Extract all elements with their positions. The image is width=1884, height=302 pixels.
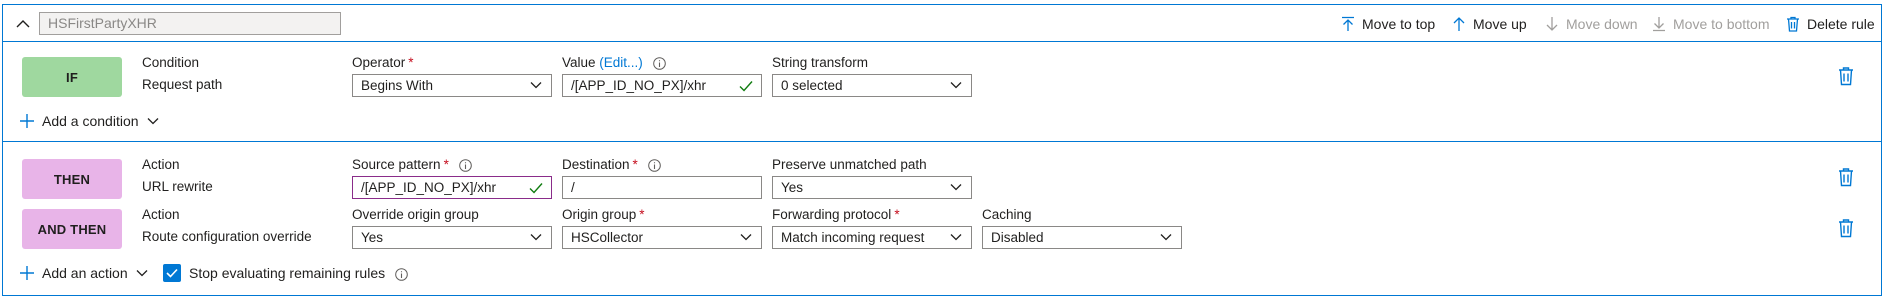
origin-group-dropdown[interactable]: HSCollector	[562, 226, 762, 249]
if-badge: IF	[22, 57, 122, 97]
and-then-action-label: Action	[142, 207, 180, 222]
chevron-down-icon	[136, 270, 148, 277]
section-divider	[2, 141, 1882, 142]
info-icon[interactable]	[652, 57, 666, 70]
condition-type-value: Request path	[142, 77, 223, 92]
override-origin-group-dropdown[interactable]: Yes	[352, 226, 552, 249]
chevron-down-icon	[950, 184, 962, 191]
and-then-badge: AND THEN	[22, 209, 122, 249]
value-edit-link[interactable]: (Edit...)	[599, 55, 643, 70]
stop-evaluating-label: Stop evaluating remaining rules	[189, 265, 408, 281]
info-icon[interactable]	[395, 267, 408, 281]
stop-evaluating-checkbox[interactable]	[163, 264, 181, 282]
value-label: Value (Edit...)	[562, 55, 666, 70]
and-then-action-value: Route configuration override	[142, 229, 312, 244]
add-condition-button[interactable]: Add a condition	[20, 113, 159, 129]
move-to-top-label: Move to top	[1362, 16, 1436, 32]
condition-type-label: Condition	[142, 55, 200, 70]
chevron-down-icon	[740, 234, 752, 241]
arrow-to-bottom-icon	[1653, 17, 1665, 32]
move-up-label: Move up	[1473, 16, 1527, 32]
trash-icon[interactable]	[1837, 66, 1855, 86]
rule-card	[2, 4, 1882, 296]
info-icon[interactable]	[647, 159, 661, 172]
trash-icon	[1787, 16, 1799, 32]
source-pattern-label: Source pattern *	[352, 157, 472, 172]
info-icon[interactable]	[458, 159, 472, 172]
move-up-button[interactable]: Move up	[1452, 13, 1527, 35]
add-action-label: Add an action	[42, 265, 128, 281]
then-action-label: Action	[142, 157, 180, 172]
forwarding-protocol-dropdown[interactable]: Match incoming request	[772, 226, 972, 249]
chevron-down-icon	[147, 118, 158, 125]
chevron-down-icon	[530, 234, 542, 241]
delete-rule-button[interactable]: Delete rule	[1786, 13, 1875, 35]
override-origin-group-label: Override origin group	[352, 207, 479, 222]
collapse-rule-button[interactable]	[12, 12, 34, 34]
chevron-down-icon	[530, 82, 542, 89]
caching-dropdown[interactable]: Disabled	[982, 226, 1182, 249]
origin-group-label: Origin group *	[562, 207, 645, 222]
chevron-down-icon	[950, 234, 962, 241]
add-condition-label: Add a condition	[42, 113, 139, 129]
delete-rule-label: Delete rule	[1807, 16, 1875, 32]
checkmark-icon	[739, 81, 753, 92]
source-pattern-input[interactable]: /[APP_ID_NO_PX]/xhr	[352, 176, 552, 199]
add-action-button[interactable]: Add an action	[20, 265, 148, 281]
move-down-button[interactable]: Move down	[1545, 13, 1638, 35]
move-down-label: Move down	[1566, 16, 1638, 32]
destination-input[interactable]: /	[562, 176, 762, 199]
string-transform-dropdown[interactable]: 0 selected	[772, 74, 972, 97]
arrow-up-icon	[1453, 17, 1465, 31]
rule-name-input[interactable]: HSFirstPartyXHR	[39, 12, 341, 35]
chevron-down-icon	[950, 82, 962, 89]
chevron-down-icon	[1160, 234, 1172, 241]
operator-dropdown[interactable]: Begins With	[352, 74, 552, 97]
header-divider	[2, 41, 1882, 42]
forwarding-protocol-label: Forwarding protocol *	[772, 207, 900, 222]
trash-icon[interactable]	[1837, 167, 1855, 187]
arrow-down-icon	[1546, 17, 1558, 31]
caching-label: Caching	[982, 207, 1032, 222]
value-input[interactable]: /[APP_ID_NO_PX]/xhr	[562, 74, 762, 97]
move-to-top-button[interactable]: Move to top	[1341, 13, 1435, 35]
operator-label: Operator *	[352, 55, 414, 70]
move-to-bottom-label: Move to bottom	[1673, 16, 1770, 32]
preserve-unmatched-path-dropdown[interactable]: Yes	[772, 176, 972, 199]
plus-icon	[20, 114, 34, 128]
chevron-up-icon	[16, 19, 30, 27]
arrow-to-top-icon	[1342, 16, 1354, 31]
checkmark-icon	[529, 183, 543, 194]
trash-icon[interactable]	[1837, 218, 1855, 238]
preserve-unmatched-path-label: Preserve unmatched path	[772, 157, 927, 172]
move-to-bottom-button[interactable]: Move to bottom	[1652, 13, 1770, 35]
then-badge: THEN	[22, 159, 122, 199]
destination-label: Destination *	[562, 157, 661, 172]
string-transform-label: String transform	[772, 55, 869, 70]
checkmark-icon	[166, 268, 178, 278]
plus-icon	[20, 266, 34, 280]
then-action-value: URL rewrite	[142, 179, 213, 194]
